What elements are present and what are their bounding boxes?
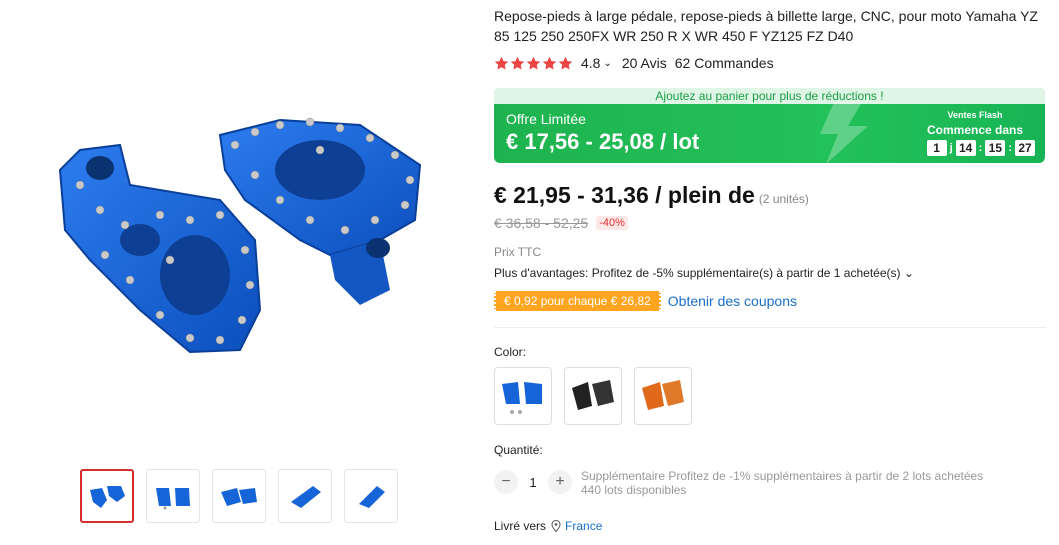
product-title: Repose-pieds à large pédale, repose-pied… [494, 8, 1038, 44]
divider [494, 327, 1046, 328]
flash-sale-subtitle: Commence dans [926, 123, 1024, 137]
black-pegs-icon [572, 380, 614, 410]
quantity-label: Quantité: [494, 443, 543, 457]
original-price: € 36,58 - 52,25 [494, 215, 589, 231]
deal-promo-text: Ajoutez au panier pour plus de réduction… [494, 88, 1045, 104]
timer-separator: : [1008, 142, 1012, 154]
flash-sale-title: Ventes Flash [947, 110, 1003, 120]
rating-row: 4.8 ⌄ 20 Avis 62 Commandes [494, 55, 774, 71]
timer-separator: : [978, 142, 983, 154]
thumbnail-strip [80, 469, 398, 523]
orange-pegs-icon [642, 380, 684, 410]
reviews-link[interactable]: 20 Avis [622, 55, 667, 71]
color-label: Color: [494, 345, 527, 359]
pegs-thumbnail-icon [221, 488, 257, 506]
timer-separator: j [949, 142, 953, 154]
star-rating [494, 56, 573, 71]
timer-hours: 14 [955, 140, 976, 156]
star-icon [526, 56, 541, 69]
thumbnail-1[interactable] [80, 469, 134, 523]
color-swatch-black[interactable] [564, 367, 622, 425]
thumbnail-4[interactable] [278, 469, 332, 523]
advantages-dropdown[interactable]: Plus d'avantages: Profitez de -5% supplé… [494, 266, 914, 280]
timer-minutes: 15 [985, 140, 1006, 156]
discount-badge: -40% [596, 216, 628, 230]
price-value: € 21,95 - 31,36 / plein de [494, 182, 755, 208]
flash-sale-countdown: Ventes Flash Commence dans 1 j 14 : 15 :… [915, 110, 1035, 156]
bulk-discount-note: Supplémentaire Profitez de -1% supplémen… [581, 469, 984, 483]
pegs-thumbnail-icon [90, 486, 125, 508]
peg-thumbnail-icon [291, 486, 321, 508]
quantity-value[interactable]: 1 [518, 475, 548, 490]
deal-label: Offre Limitée [506, 111, 586, 127]
color-swatch-orange[interactable] [634, 367, 692, 425]
thumbnail-2[interactable] [146, 469, 200, 523]
price-units: (2 unités) [758, 192, 809, 206]
blue-pegs-icon [502, 382, 542, 414]
chevron-down-icon[interactable]: ⌄ [603, 58, 611, 69]
countdown-timer: 1 j 14 : 15 : 27 [915, 140, 1035, 156]
coupon-tag[interactable]: € 0,92 pour chaque € 26,82 [494, 291, 661, 311]
color-swatch-blue[interactable] [494, 367, 552, 425]
decrease-quantity-button[interactable]: − [494, 470, 518, 494]
gallery [0, 0, 480, 545]
deal-price: € 17,56 - 25,08 / lot [506, 129, 700, 154]
color-swatches [494, 367, 692, 425]
quantity-note: Supplémentaire Profitez de -1% supplémen… [581, 469, 983, 497]
tax-note: Prix TTC [494, 245, 542, 259]
flash-deal-banner: Ajoutez au panier pour plus de réduction… [494, 88, 1045, 163]
quantity-stepper: − 1 + [494, 470, 572, 494]
thumbnail-5[interactable] [344, 469, 398, 523]
product-main-image[interactable] [20, 90, 460, 380]
original-price-row: € 36,58 - 52,25 -40% [494, 215, 628, 231]
lightning-bolt-icon [820, 102, 868, 163]
timer-days: 1 [926, 140, 947, 156]
ship-to-label: Livré vers [494, 519, 547, 533]
star-icon [558, 56, 573, 69]
coupon-row: € 0,92 pour chaque € 26,82 Obtenir des c… [494, 291, 797, 311]
rating-score[interactable]: 4.8 [581, 55, 600, 71]
star-icon [494, 56, 509, 69]
get-coupons-link[interactable]: Obtenir des coupons [668, 293, 797, 309]
current-price: € 21,95 - 31,36 / plein de (2 unités) [494, 182, 809, 209]
timer-seconds: 27 [1015, 140, 1035, 156]
increase-quantity-button[interactable]: + [548, 470, 572, 494]
peg-thumbnail-icon [359, 486, 385, 508]
star-icon [542, 56, 557, 69]
location-pin-icon [551, 520, 561, 532]
shipping-row: Livré vers France [494, 519, 602, 533]
thumbnail-3[interactable] [212, 469, 266, 523]
star-icon [510, 56, 525, 69]
stock-availability: 440 lots disponibles [581, 483, 687, 497]
pegs-thumbnail-icon [156, 488, 190, 510]
ship-to-location[interactable]: France [565, 519, 602, 533]
orders-count: 62 Commandes [674, 55, 774, 71]
